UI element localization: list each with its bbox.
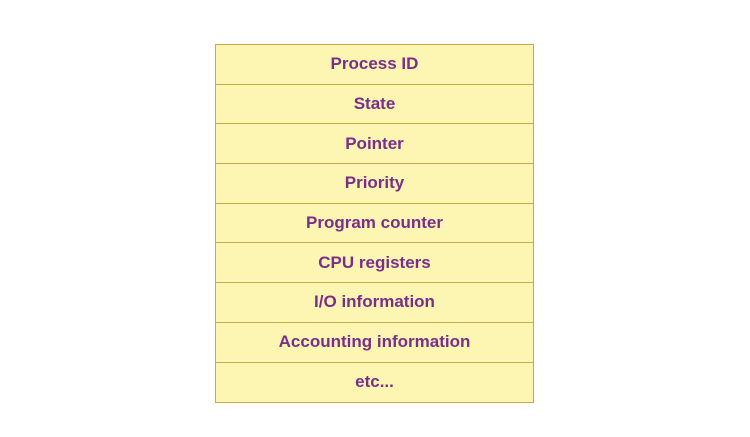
row-state: State — [216, 85, 533, 125]
row-etc: etc... — [355, 372, 394, 392]
row-cpu-registers: CPU registers — [216, 243, 533, 284]
row-pointer: Pointer — [216, 124, 533, 165]
row-io-information: I/O information — [216, 283, 533, 323]
row-process-id: Process ID — [216, 45, 533, 85]
row-accounting-information: Accounting information — [216, 323, 533, 363]
process-control-block-table: Process ID State Pointer Priority Progra… — [215, 44, 534, 404]
row-priority: Priority — [216, 164, 533, 204]
row-program-counter: Program counter — [216, 204, 533, 244]
